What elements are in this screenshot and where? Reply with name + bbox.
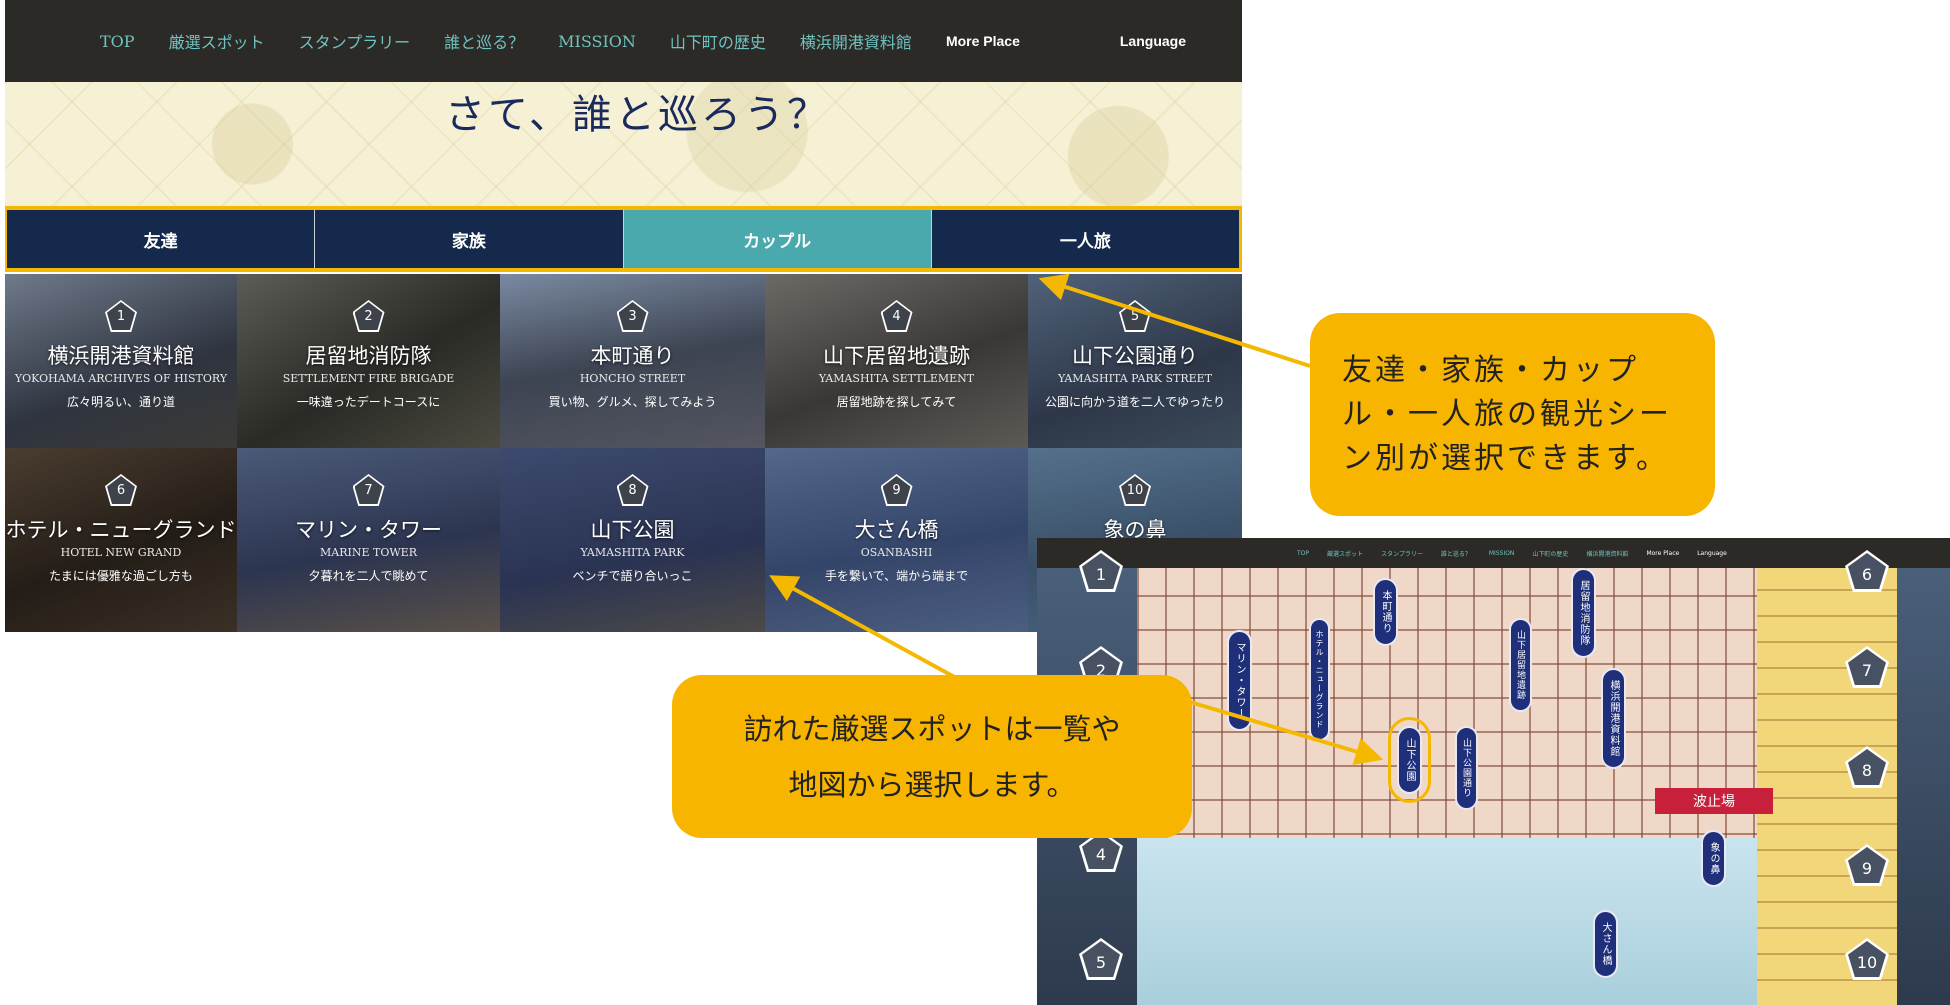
tab-friends[interactable]: 友達	[7, 210, 316, 268]
spot-description: 居留地跡を探してみて	[836, 395, 957, 409]
map-pin-honcho-street[interactable]: 本町通り	[1373, 578, 1398, 646]
map-pin-yamashita-park[interactable]: 山下公園	[1388, 717, 1431, 803]
spot-card-8[interactable]: 8 山下公園 YAMASHITA PARK ベンチで語り合いっこ	[500, 448, 765, 632]
map-top-navigation: TOP 厳選スポット スタンプラリー 誰と巡る？ MISSION 山下町の歴史 …	[1037, 538, 1950, 568]
spot-name-en: YAMASHITA PARK	[580, 546, 685, 559]
nav-top[interactable]: TOP	[100, 32, 135, 51]
nav-archives[interactable]: 横浜開港資料館	[800, 29, 912, 53]
spot-name-en: MARINE TOWER	[320, 546, 417, 559]
spot-name: 山下居留地遺跡	[823, 344, 970, 368]
map-nav-history[interactable]: 山下町の歴史	[1532, 549, 1568, 558]
map-pin-marine-tower[interactable]: マリン・タワー	[1227, 630, 1252, 731]
callout-spot-line-2: 地図から選択します。	[788, 767, 1076, 802]
hero-banner: さて、誰と巡ろう？	[5, 82, 1242, 206]
spot-name: 山下公園通り	[1072, 344, 1198, 368]
spot-name: 本町通り	[590, 344, 675, 368]
spot-name-en: SETTLEMENT FIRE BRIGADE	[282, 372, 455, 385]
map-nav-who[interactable]: 誰と巡る？	[1441, 549, 1471, 558]
callout-spot-selection: 訪れた厳選スポットは一覧や 地図から選択します。	[672, 675, 1192, 838]
spot-card-1[interactable]: 1 横浜開港資料館 YOKOHAMA ARCHIVES OF HISTORY 広…	[5, 274, 237, 448]
spot-name: マリン・タワー	[295, 518, 442, 542]
spot-name-en: YAMASHITA PARK STREET	[1057, 372, 1213, 385]
nav-featured-spots[interactable]: 厳選スポット	[169, 29, 265, 53]
map-pin-zou-no-hana[interactable]: 象の鼻	[1701, 830, 1726, 887]
tab-family[interactable]: 家族	[315, 210, 624, 268]
nav-who-with[interactable]: 誰と巡る？	[444, 29, 524, 53]
spot-description: 広々明るい、通り道	[66, 395, 175, 409]
page-title: さて、誰と巡ろう？	[445, 92, 830, 138]
nav-mission[interactable]: MISSION	[558, 32, 636, 51]
nav-more-place[interactable]: More Place	[946, 33, 1020, 49]
spot-card-2[interactable]: 2 居留地消防隊 SETTLEMENT FIRE BRIGADE 一味違ったデー…	[237, 274, 500, 448]
map-nav-featured[interactable]: 厳選スポット	[1327, 549, 1363, 558]
map-nav-archives[interactable]: 横浜開港資料館	[1586, 549, 1628, 558]
spot-description: たまには優雅な過ごし方も	[49, 569, 193, 583]
map-nav-more[interactable]: More Place	[1646, 550, 1679, 557]
map-nav-language[interactable]: Language	[1697, 550, 1727, 557]
spot-card-9[interactable]: 9 大さん橋 OSANBASHI 手を繋いで、端から端まで	[765, 448, 1028, 632]
spot-name: 横浜開港資料館	[47, 344, 195, 368]
map-pin-settlement-ruins[interactable]: 山下居留地遺跡	[1509, 618, 1532, 712]
spot-name: 大さん橋	[854, 518, 939, 542]
tab-couple[interactable]: カップル	[623, 210, 932, 268]
nav-stamp-rally[interactable]: スタンプラリー	[299, 29, 411, 53]
map-right-photo-strip	[1897, 568, 1950, 1005]
map-pin-archives[interactable]: 横浜開港資料館	[1601, 668, 1626, 769]
map-pin-hotel-new-grand[interactable]: ホテル・ニューグランド	[1309, 618, 1330, 741]
spot-name: 居留地消防隊	[305, 344, 432, 368]
spot-description: 一味違ったデートコースに	[296, 395, 441, 409]
map-nav-top[interactable]: TOP	[1297, 550, 1309, 557]
map-pin-park-street[interactable]: 山下公園通り	[1455, 726, 1478, 810]
top-navigation: TOP 厳選スポット スタンプラリー 誰と巡る？ MISSION 山下町の歴史 …	[5, 0, 1242, 82]
spot-description: 夕暮れを二人で眺めて	[308, 569, 429, 583]
spot-description: 公園に向かう道を二人でゆったり	[1044, 395, 1225, 409]
spot-name: ホテル・ニューグランド	[5, 518, 237, 542]
spot-card-4[interactable]: 4 山下居留地遺跡 YAMASHITA SETTLEMENT 居留地跡を探してみ…	[765, 274, 1028, 448]
spot-description: ベンチで語り合いっこ	[572, 569, 693, 583]
spot-card-5[interactable]: 5 山下公園通り YAMASHITA PARK STREET 公園に向かう道を二…	[1028, 274, 1242, 448]
tab-solo[interactable]: 一人旅	[932, 210, 1239, 268]
callout-scene-text: 友達・家族・カップル・一人旅の観光シーン別が選択できます。	[1342, 352, 1672, 476]
callout-spot-line-1: 訪れた厳選スポットは一覧や	[743, 711, 1121, 746]
callout-scene-selection: 友達・家族・カップル・一人旅の観光シーン別が選択できます。	[1310, 313, 1715, 516]
map-nav-stamp[interactable]: スタンプラリー	[1381, 549, 1423, 558]
nav-history[interactable]: 山下町の歴史	[670, 29, 766, 53]
nav-language[interactable]: Language	[1120, 33, 1186, 49]
map-nav-mission[interactable]: MISSION	[1489, 550, 1515, 557]
spot-name: 山下公園	[590, 518, 675, 542]
spot-name-en: YOKOHAMA ARCHIVES OF HISTORY	[14, 372, 228, 385]
spot-name-en: HOTEL NEW GRAND	[60, 546, 182, 559]
map-sign: 波止場	[1655, 788, 1773, 814]
spot-description: 買い物、グルメ、探してみよう	[548, 395, 717, 409]
map-pin-fire-brigade[interactable]: 居留地消防隊	[1571, 568, 1596, 658]
spot-card-7[interactable]: 7 マリン・タワー MARINE TOWER 夕暮れを二人で眺めて	[237, 448, 500, 632]
spot-card-6[interactable]: 6 ホテル・ニューグランド HOTEL NEW GRAND たまには優雅な過ごし…	[5, 448, 237, 632]
spot-name-en: HONCHO STREET	[579, 372, 686, 385]
spot-card-3[interactable]: 3 本町通り HONCHO STREET 買い物、グルメ、探してみよう	[500, 274, 765, 448]
scene-tab-bar: 友達 家族 カップル 一人旅	[5, 206, 1242, 272]
spot-description: 手を繋いで、端から端まで	[824, 569, 969, 583]
spot-name-en: OSANBASHI	[860, 546, 933, 559]
spot-name-en: YAMASHITA SETTLEMENT	[818, 372, 975, 385]
map-pin-osanbashi[interactable]: 大さん橋	[1593, 910, 1618, 978]
